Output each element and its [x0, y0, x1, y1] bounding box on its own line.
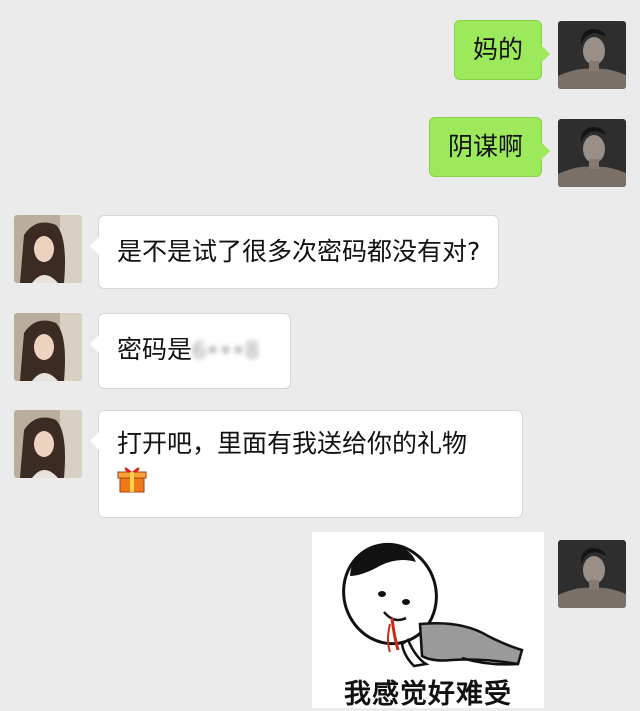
self-avatar[interactable]: [558, 540, 626, 608]
message-text: 妈的: [472, 35, 523, 64]
sticker-image: [342, 542, 524, 668]
message-bubble-other[interactable]: 是不是试了很多次密码都没有对?: [89, 215, 500, 289]
masked-password: 6•••8: [192, 339, 259, 364]
message-text: 阴谋啊: [447, 132, 523, 161]
message-bubble-self[interactable]: 阴谋啊: [428, 117, 551, 177]
self-avatar[interactable]: [558, 119, 626, 187]
gift-icon: [117, 464, 147, 505]
self-avatar[interactable]: [558, 21, 626, 89]
contact-avatar[interactable]: [14, 313, 82, 381]
contact-avatar[interactable]: [14, 410, 82, 478]
sticker-caption: 我感觉好难受: [344, 679, 512, 710]
message-text: 是不是试了很多次密码都没有对?: [117, 237, 481, 266]
message-bubble-other[interactable]: 打开吧，里面有我送给你的礼物: [90, 410, 523, 518]
message-text: 打开吧，里面有我送给你的礼物: [117, 429, 468, 458]
sticker-message[interactable]: 我感觉好难受: [312, 532, 544, 710]
message-bubble-other[interactable]: 密码是6•••8: [90, 313, 291, 389]
contact-avatar[interactable]: [14, 215, 82, 283]
message-bubble-self[interactable]: 妈的: [453, 20, 551, 80]
message-text: 密码是: [117, 335, 193, 364]
